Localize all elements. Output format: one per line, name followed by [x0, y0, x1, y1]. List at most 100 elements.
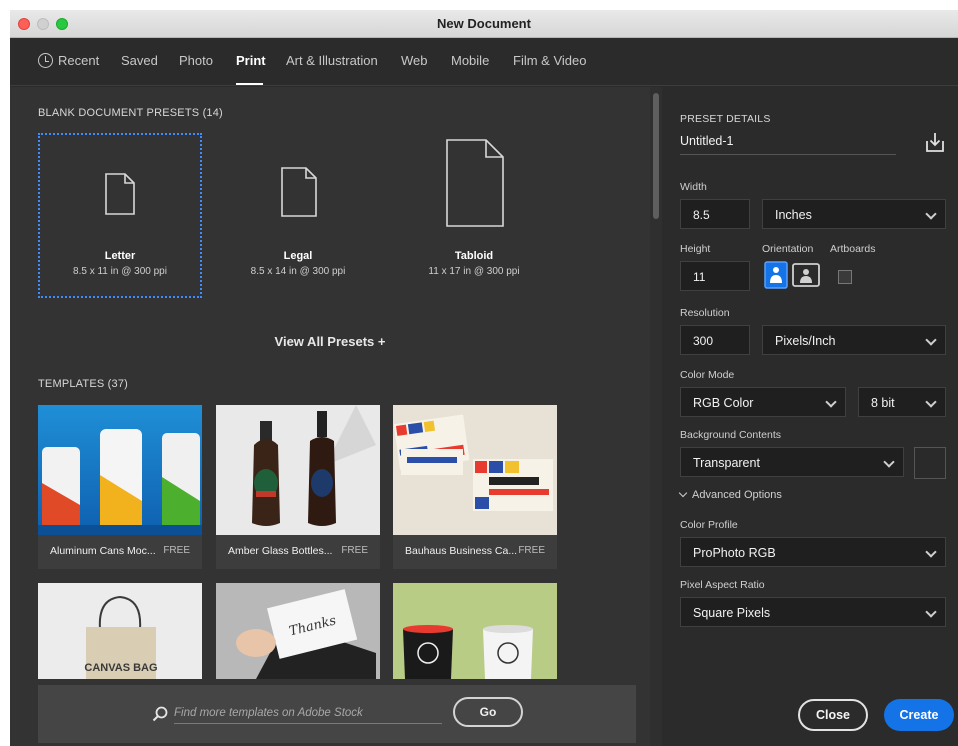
- preset-letter[interactable]: Letter 8.5 x 11 in @ 300 ppi: [38, 133, 202, 298]
- view-all-presets-link[interactable]: View All Presets +: [10, 334, 650, 349]
- chevron-down-icon: [678, 488, 688, 498]
- template-thumbnail: CANVAS BAG: [38, 583, 202, 679]
- template-card[interactable]: [393, 583, 557, 679]
- color-profile-label: Color Profile: [680, 519, 738, 531]
- free-badge: FREE: [341, 545, 368, 556]
- templates-heading-text: TEMPLATES: [38, 378, 105, 390]
- presets-heading: BLANK DOCUMENT PRESETS (14): [38, 107, 223, 119]
- preset-size: 8.5 x 11 in @ 300 ppi: [73, 266, 167, 277]
- chevron-down-icon: [925, 546, 937, 558]
- color-profile-dropdown[interactable]: ProPhoto RGB: [680, 537, 946, 567]
- template-caption: Amber Glass Bottles... FREE: [216, 535, 380, 569]
- document-icon: [105, 173, 135, 215]
- width-label: Width: [680, 181, 707, 193]
- template-thumbnail: [38, 405, 202, 535]
- free-badge: FREE: [518, 545, 545, 556]
- height-field[interactable]: 11: [680, 261, 750, 291]
- template-card[interactable]: Thanks: [216, 583, 380, 679]
- search-icon: [152, 706, 168, 722]
- artboards-checkbox[interactable]: [838, 270, 852, 284]
- template-thumbnail: [216, 405, 380, 535]
- bit-depth-dropdown[interactable]: 8 bit: [858, 387, 946, 417]
- document-icon: [281, 167, 317, 217]
- tab-film-video[interactable]: Film & Video: [513, 53, 586, 68]
- width-field[interactable]: 8.5: [680, 199, 750, 229]
- presets-scrollbar[interactable]: [650, 87, 662, 746]
- background-contents-label: Background Contents: [680, 429, 781, 441]
- preset-tabloid[interactable]: Tabloid 11 x 17 in @ 300 ppi: [392, 133, 556, 298]
- chevron-down-icon: [883, 456, 895, 468]
- preset-size: 8.5 x 14 in @ 300 ppi: [250, 266, 346, 277]
- tab-recent[interactable]: Recent: [38, 53, 99, 68]
- background-contents-dropdown[interactable]: Transparent: [680, 447, 904, 477]
- canvas-bag-text: CANVAS BAG: [84, 662, 157, 674]
- preset-details-panel: PRESET DETAILS Untitled-1 Width 8.5 Inch…: [662, 87, 958, 746]
- presets-panel: BLANK DOCUMENT PRESETS (14) Letter 8.5 x…: [10, 87, 650, 746]
- resolution-unit-dropdown[interactable]: Pixels/Inch: [762, 325, 946, 355]
- height-label: Height: [680, 243, 711, 255]
- chevron-down-icon: [825, 396, 837, 408]
- tab-print[interactable]: Print: [236, 53, 266, 68]
- window-title: New Document: [437, 16, 531, 31]
- active-tab-indicator: [236, 83, 263, 85]
- template-card[interactable]: Amber Glass Bottles... FREE: [216, 405, 380, 569]
- background-contents-value: Transparent: [693, 456, 760, 470]
- new-document-dialog: New Document Recent Saved Photo Print Ar…: [10, 10, 958, 746]
- preset-name: Legal: [283, 250, 313, 262]
- resolution-label: Resolution: [680, 307, 730, 319]
- presets-count: (14): [202, 107, 223, 119]
- template-thumbnail: [393, 405, 557, 535]
- create-button[interactable]: Create: [884, 699, 954, 731]
- tab-photo[interactable]: Photo: [179, 53, 213, 68]
- template-card[interactable]: Aluminum Cans Moc... FREE: [38, 405, 202, 569]
- bit-depth-value: 8 bit: [871, 396, 895, 410]
- template-title: Amber Glass Bottles...: [228, 545, 333, 557]
- preset-name: Letter: [104, 250, 136, 262]
- go-button[interactable]: Go: [453, 697, 523, 727]
- landscape-orientation-button[interactable]: [792, 263, 820, 287]
- tab-web[interactable]: Web: [401, 53, 428, 68]
- save-preset-icon[interactable]: [924, 131, 946, 153]
- clock-icon: [38, 53, 53, 68]
- template-card[interactable]: Bauhaus Business Ca... FREE: [393, 405, 557, 569]
- template-card[interactable]: CANVAS BAG: [38, 583, 202, 679]
- title-bar: New Document: [10, 10, 958, 38]
- portrait-orientation-button[interactable]: [764, 261, 788, 289]
- pixel-aspect-ratio-label: Pixel Aspect Ratio: [680, 579, 765, 591]
- pixel-aspect-ratio-dropdown[interactable]: Square Pixels: [680, 597, 946, 627]
- orientation-label: Orientation: [762, 243, 814, 255]
- presets-heading-text: BLANK DOCUMENT PRESETS: [38, 107, 200, 119]
- free-badge: FREE: [163, 545, 190, 556]
- pixel-aspect-ratio-value: Square Pixels: [693, 606, 771, 620]
- category-tabs: Recent Saved Photo Print Art & Illustrat…: [10, 38, 958, 86]
- document-name-field[interactable]: Untitled-1: [680, 127, 896, 155]
- background-color-swatch[interactable]: [914, 447, 946, 479]
- tab-art-illustration[interactable]: Art & Illustration: [286, 53, 378, 68]
- template-thumbnail: [393, 583, 557, 679]
- scrollbar-thumb[interactable]: [653, 93, 659, 219]
- preset-legal[interactable]: Legal 8.5 x 14 in @ 300 ppi: [216, 133, 380, 298]
- preset-size: 11 x 17 in @ 300 ppi: [428, 266, 520, 277]
- width-unit-value: Inches: [775, 208, 812, 222]
- templates-count: (37): [107, 378, 129, 390]
- tab-recent-label: Recent: [58, 53, 100, 68]
- close-button[interactable]: Close: [798, 699, 868, 731]
- template-thumbnail: Thanks: [216, 583, 380, 679]
- template-title: Aluminum Cans Moc...: [50, 545, 156, 557]
- tab-mobile[interactable]: Mobile: [451, 53, 489, 68]
- document-icon: [446, 139, 504, 227]
- chevron-down-icon: [925, 208, 937, 220]
- chevron-down-icon: [925, 334, 937, 346]
- color-profile-value: ProPhoto RGB: [693, 546, 776, 560]
- color-mode-dropdown[interactable]: RGB Color: [680, 387, 846, 417]
- width-unit-dropdown[interactable]: Inches: [762, 199, 946, 229]
- resolution-field[interactable]: 300: [680, 325, 750, 355]
- template-caption: Aluminum Cans Moc... FREE: [38, 535, 202, 569]
- tab-saved[interactable]: Saved: [121, 53, 158, 68]
- template-caption: Bauhaus Business Ca... FREE: [393, 535, 557, 569]
- stock-search-input[interactable]: [174, 702, 442, 724]
- color-mode-value: RGB Color: [693, 396, 754, 410]
- chevron-down-icon: [925, 606, 937, 618]
- stock-search-bar: Go: [38, 685, 636, 743]
- advanced-options-toggle[interactable]: Advanced Options: [678, 488, 782, 501]
